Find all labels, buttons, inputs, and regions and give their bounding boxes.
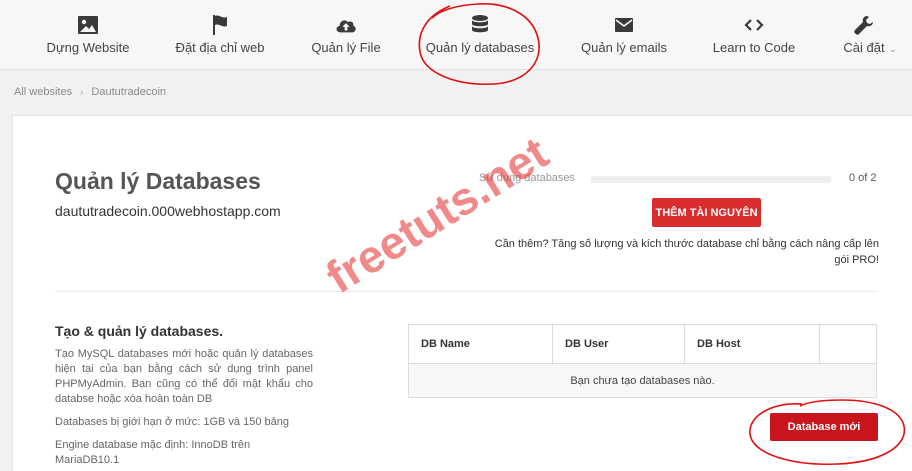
- nav-label: Learn to Code: [712, 40, 796, 55]
- column-header-db-host: DB Host: [685, 325, 820, 363]
- top-navigation: Dựng Website Đặt địa chỉ web Quản lý Fil…: [0, 0, 912, 70]
- nav-item-settings[interactable]: Cài đặt: [838, 0, 890, 70]
- nav-label: Đặt địa chỉ web: [175, 40, 265, 55]
- breadcrumb: All websites › Daututradecoin: [14, 86, 166, 98]
- table-header-row: DB Name DB User DB Host: [409, 325, 876, 364]
- nav-item-databases[interactable]: Quản lý databases: [424, 0, 536, 70]
- database-limit-text: Databases bị giới hạn ở mức: 1GB và 150 …: [55, 416, 289, 428]
- site-domain: daututradecoin.000webhostapp.com: [55, 203, 281, 219]
- nav-label: Cài đặt: [843, 40, 885, 55]
- usage-progress-bar: [591, 176, 831, 183]
- envelope-icon: [613, 14, 635, 36]
- usage-count: 0 of 2: [849, 172, 877, 184]
- nav-item-file-manager[interactable]: Quản lý File: [309, 0, 383, 70]
- nav-label: Quản lý File: [311, 40, 381, 55]
- section-description: Tạo MySQL databases mới hoặc quản lý dat…: [55, 348, 313, 405]
- nav-item-emails[interactable]: Quản lý emails: [579, 0, 669, 70]
- nav-item-domain[interactable]: Đặt địa chỉ web: [173, 0, 267, 70]
- divider: [55, 291, 877, 292]
- breadcrumb-root-link[interactable]: All websites: [14, 86, 72, 98]
- database-icon: [469, 14, 491, 36]
- column-header-actions: [820, 325, 876, 363]
- nav-label: Quản lý emails: [581, 40, 667, 55]
- new-database-button[interactable]: Database mới: [770, 413, 878, 441]
- chevron-down-icon[interactable]: ⌄: [889, 44, 897, 55]
- page-title: Quản lý Databases: [55, 168, 261, 194]
- nav-item-website-builder[interactable]: Dựng Website: [46, 0, 130, 70]
- breadcrumb-separator: ›: [80, 86, 84, 98]
- database-engine-text: Engine database mặc định: InnoDB trên Ma…: [55, 439, 251, 466]
- image-icon: [77, 14, 99, 36]
- flag-icon: [209, 14, 231, 36]
- wrench-icon: [853, 14, 875, 36]
- add-resources-button[interactable]: THÊM TÀI NGUYÊN: [652, 198, 761, 227]
- column-header-db-name: DB Name: [409, 325, 553, 363]
- databases-table: DB Name DB User DB Host Bạn chưa tạo dat…: [408, 324, 877, 398]
- column-header-db-user: DB User: [553, 325, 685, 363]
- nav-item-learn-to-code[interactable]: Learn to Code: [711, 0, 797, 70]
- breadcrumb-current: Daututradecoin: [91, 86, 167, 98]
- table-empty-message: Bạn chưa tạo databases nào.: [409, 364, 876, 397]
- cloud-upload-icon: [335, 14, 357, 36]
- nav-label: Dựng Website: [46, 40, 130, 55]
- code-icon: [743, 14, 765, 36]
- section-title: Tạo & quản lý databases.: [55, 323, 224, 339]
- nav-label: Quản lý databases: [425, 40, 535, 55]
- upgrade-text: Cần thêm? Tăng số lượng và kích thước da…: [494, 238, 879, 266]
